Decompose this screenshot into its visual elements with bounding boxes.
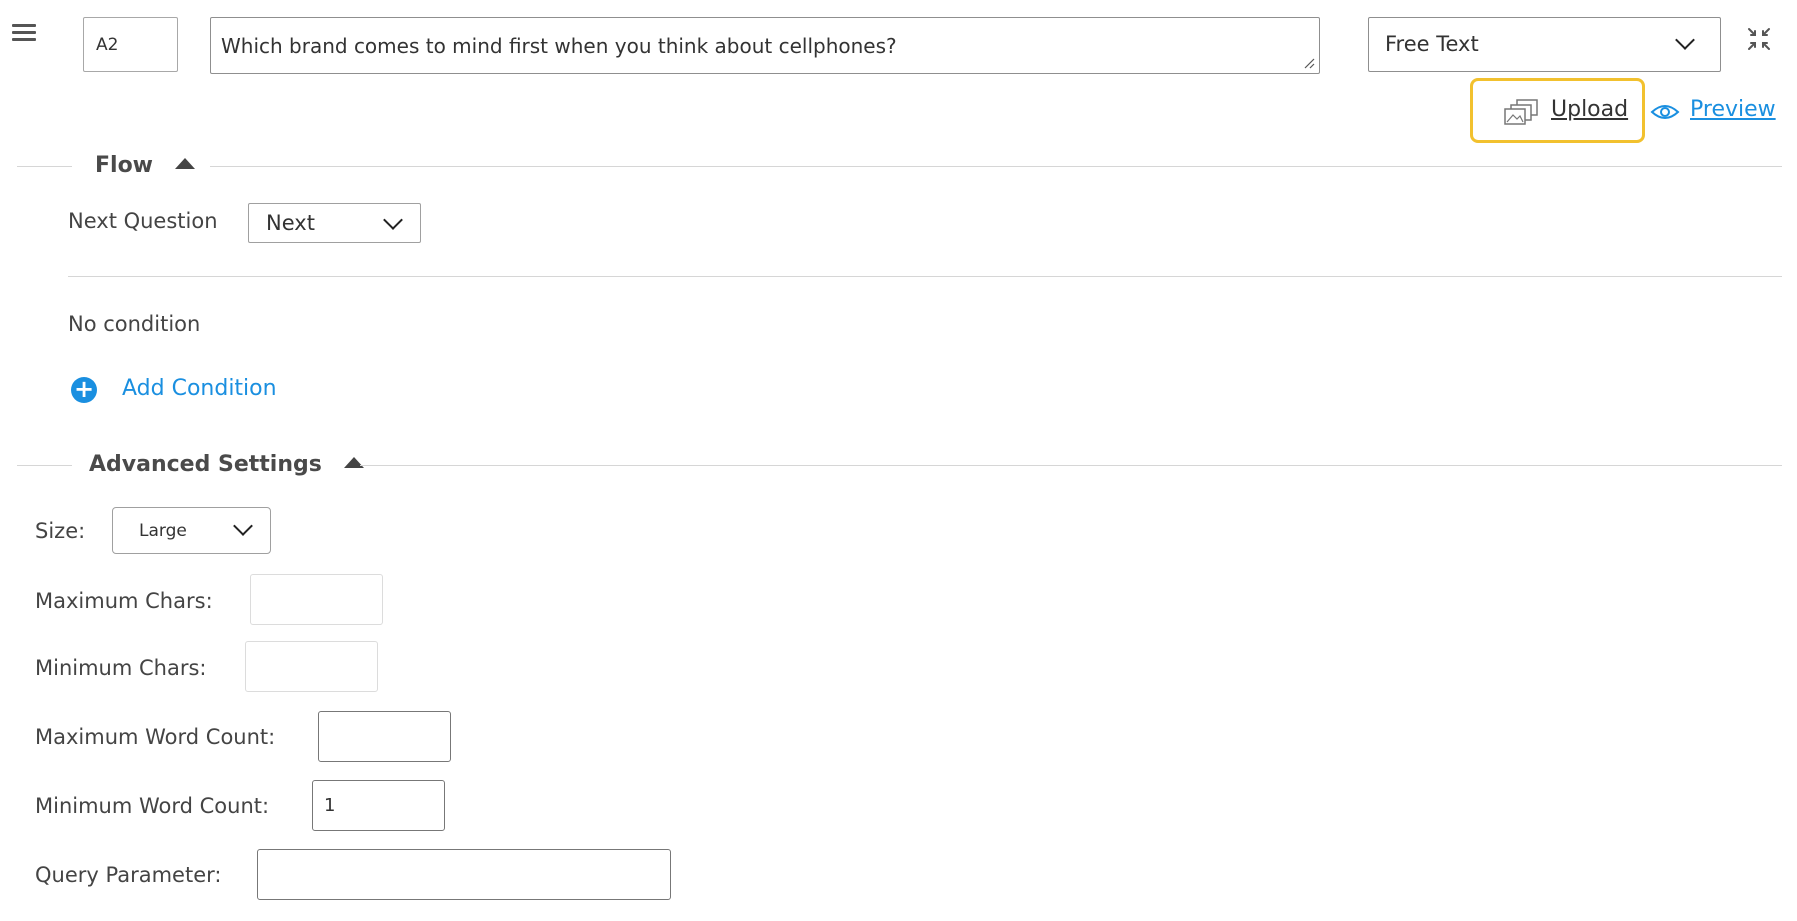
question-id-input[interactable]: A2	[83, 17, 178, 72]
advanced-settings-title: Advanced Settings	[89, 452, 322, 477]
chevron-down-icon	[1675, 30, 1695, 50]
next-question-label: Next Question	[68, 209, 218, 233]
size-select[interactable]: Large	[112, 507, 271, 554]
next-question-select[interactable]: Next	[248, 203, 421, 243]
divider	[360, 465, 1782, 466]
max-word-count-input[interactable]	[318, 711, 451, 762]
no-condition-text: No condition	[68, 312, 201, 336]
query-parameter-input[interactable]	[257, 849, 671, 900]
add-condition-button[interactable]: Add Condition	[122, 376, 277, 401]
collapse-arrows-icon[interactable]	[1746, 26, 1772, 52]
min-word-count-label: Minimum Word Count:	[35, 794, 270, 818]
add-circle-icon[interactable]: +	[71, 377, 97, 403]
resize-grip-icon[interactable]	[1303, 57, 1315, 69]
divider	[68, 276, 1782, 277]
min-chars-label: Minimum Chars:	[35, 656, 207, 680]
max-word-count-label: Maximum Word Count:	[35, 725, 276, 749]
preview-link[interactable]: Preview	[1690, 97, 1776, 122]
size-value: Large	[139, 521, 187, 541]
caret-up-icon	[343, 457, 364, 468]
next-question-value: Next	[266, 211, 315, 235]
question-text-input[interactable]: Which brand comes to mind first when you…	[210, 17, 1320, 74]
caret-up-icon	[174, 158, 195, 169]
upload-link[interactable]: Upload	[1551, 97, 1628, 122]
question-text-value: Which brand comes to mind first when you…	[221, 34, 897, 58]
flow-section-title: Flow	[95, 153, 154, 178]
size-label: Size:	[35, 519, 86, 543]
flow-section-toggle[interactable]: Flow	[95, 153, 195, 178]
advanced-settings-toggle[interactable]: Advanced Settings	[89, 452, 364, 477]
max-chars-input[interactable]	[250, 574, 383, 625]
hamburger-menu-icon[interactable]	[12, 24, 36, 48]
eye-icon[interactable]	[1650, 103, 1680, 121]
chevron-down-icon	[383, 210, 403, 230]
upload-images-icon[interactable]	[1503, 99, 1545, 125]
chevron-down-icon	[233, 516, 253, 536]
question-editor: A2 Which brand comes to mind first when …	[0, 0, 1797, 921]
min-chars-input[interactable]	[245, 641, 378, 692]
question-type-value: Free Text	[1385, 32, 1479, 56]
divider	[210, 166, 1782, 167]
question-type-select[interactable]: Free Text	[1368, 17, 1721, 72]
divider	[17, 166, 72, 167]
min-word-count-input[interactable]: 1	[312, 780, 445, 831]
query-parameter-label: Query Parameter:	[35, 863, 222, 887]
max-chars-label: Maximum Chars:	[35, 589, 213, 613]
divider	[17, 465, 72, 466]
